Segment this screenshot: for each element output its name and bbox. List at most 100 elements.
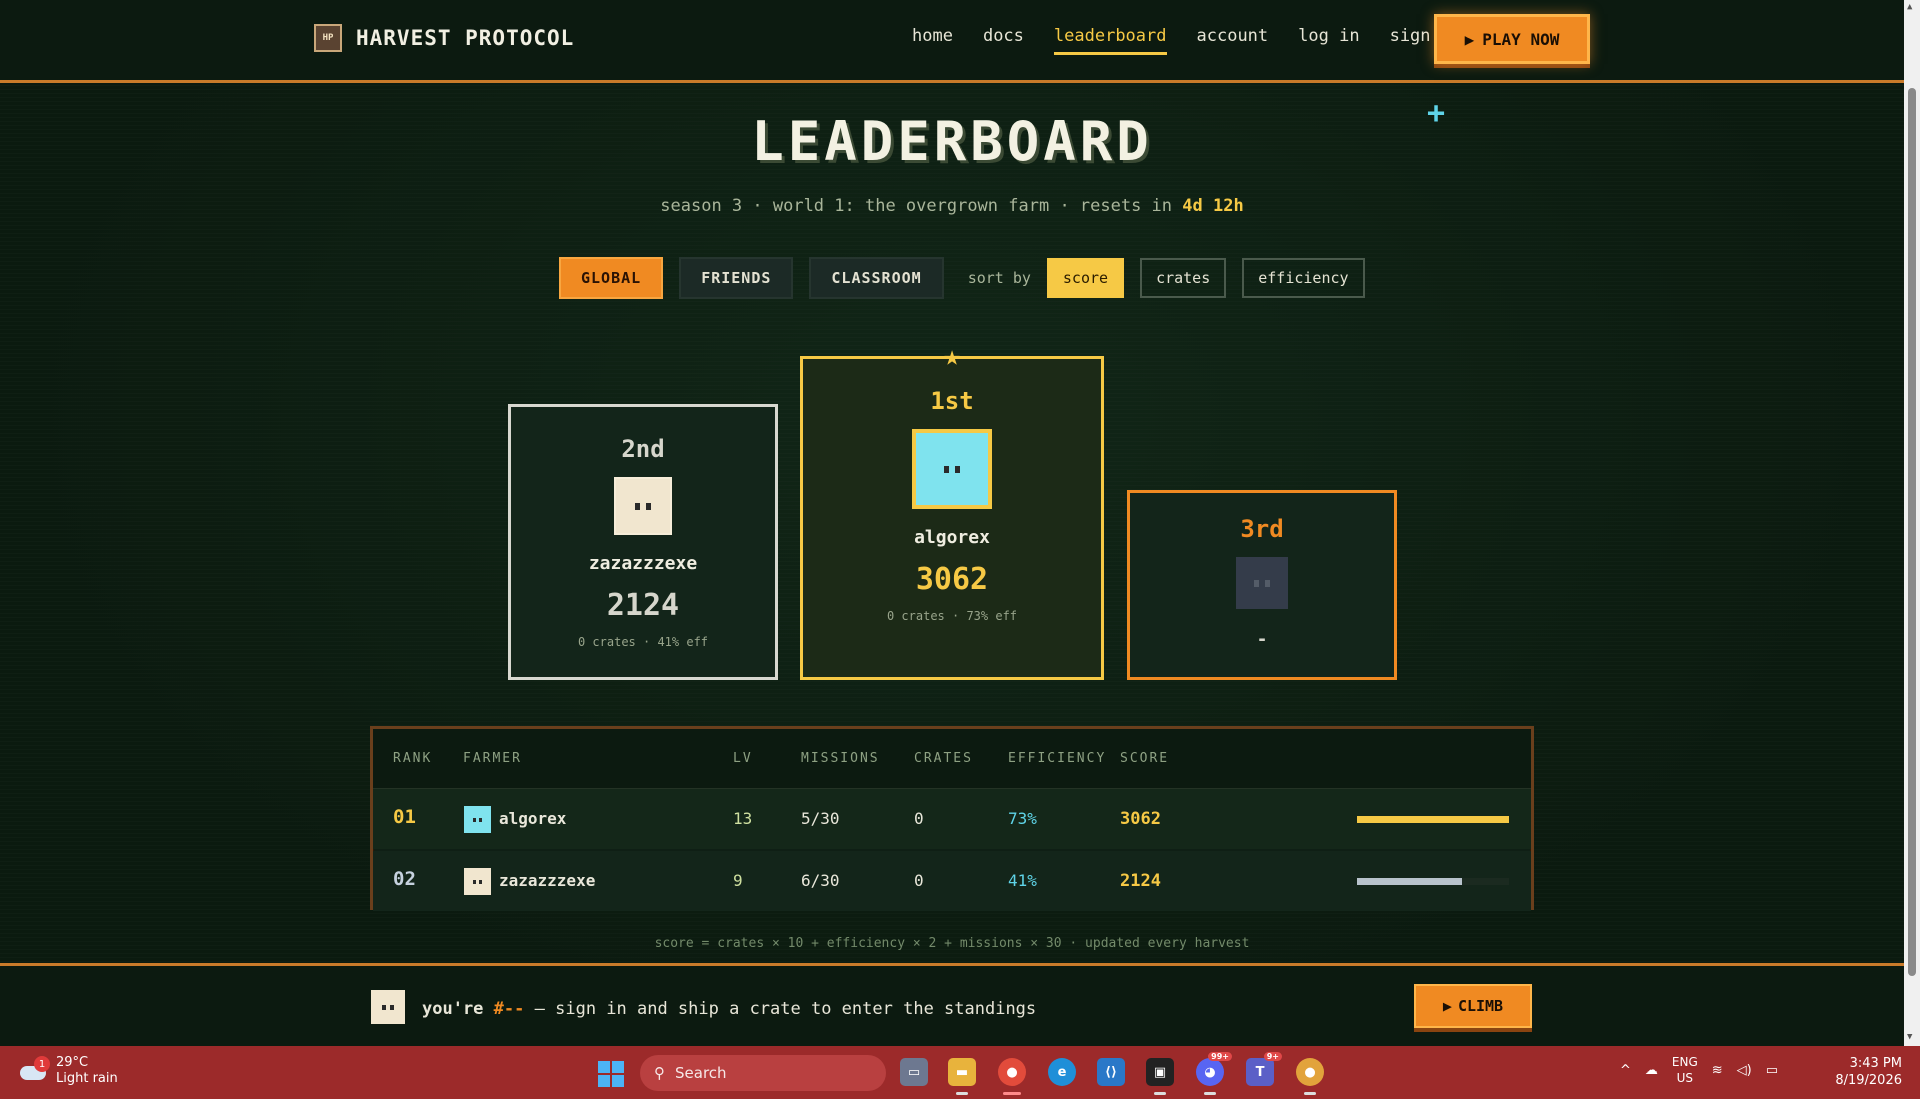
battery-icon[interactable]: ▭ (1766, 1063, 1778, 1078)
play-icon: ▶ (1442, 997, 1452, 1015)
score-bar (1357, 816, 1509, 823)
search-placeholder: Search (675, 1064, 727, 1082)
sort-score-button[interactable]: score (1046, 258, 1125, 298)
discord-icon[interactable]: ◕ 99+ (1196, 1052, 1232, 1095)
task-view-icon[interactable]: ▭ (900, 1058, 928, 1086)
nav-link-home[interactable]: home (912, 26, 953, 55)
tab-global[interactable]: GLOBAL (559, 257, 664, 299)
avatar (371, 990, 405, 1024)
vscode-icon[interactable]: ⟨⟩ (1097, 1058, 1125, 1086)
nav-link-login[interactable]: log in (1298, 26, 1359, 55)
climb-label: CLIMB (1457, 997, 1504, 1015)
edge-icon[interactable]: e (1048, 1058, 1076, 1086)
avatar (464, 868, 491, 895)
volume-icon[interactable]: ◁) (1737, 1063, 1752, 1078)
clock[interactable]: 3:43 PM 8/19/2026 (1832, 1055, 1902, 1089)
chrome-icon[interactable]: ● (998, 1058, 1026, 1095)
score-formula-note: score = crates × 10 + efficiency × 2 + m… (654, 936, 1250, 951)
wifi-icon[interactable]: ≋ (1712, 1063, 1723, 1078)
weather-temp: 29°C (56, 1055, 89, 1070)
file-explorer-icon[interactable]: ▬ (948, 1058, 976, 1095)
score-bar-fill (1357, 816, 1509, 823)
standing-bar: you're #-- — sign in and ship a crate to… (0, 963, 1904, 1046)
nav-links: home docs leaderboard account log in sig… (912, 26, 1461, 55)
scroll-up-icon[interactable]: ▲ (1907, 2, 1912, 12)
brand-name: HARVEST PROTOCOL (356, 26, 575, 50)
climb-button[interactable]: ▶ CLIMB (1414, 984, 1532, 1028)
avatar (614, 477, 672, 535)
weather-widget[interactable]: 1 29°C Light rain (20, 1055, 118, 1087)
weather-icon: 1 (20, 1056, 50, 1082)
language-indicator[interactable]: ENG US (1672, 1054, 1698, 1086)
podium-meta: 0 crates · 73% eff (886, 609, 1018, 623)
col-crates: CRATES (914, 751, 973, 766)
podium-score: 3062 (915, 562, 989, 597)
play-now-button[interactable]: ▶ PLAY NOW (1434, 14, 1590, 64)
nav-link-account[interactable]: account (1197, 26, 1269, 55)
row-crates: 0 (914, 871, 924, 890)
podium-username: algorex (914, 527, 990, 548)
chevron-up-icon[interactable]: ^ (1620, 1063, 1631, 1078)
search-icon: ⚲ (654, 1064, 665, 1082)
row-crates: 0 (914, 809, 924, 828)
row-missions: 5/30 (801, 809, 840, 828)
col-rank: RANK (393, 751, 433, 766)
teams-badge: 9+ (1263, 1052, 1282, 1061)
scroll-down-icon[interactable]: ▼ (1907, 1032, 1912, 1042)
logo-icon: HP (314, 24, 342, 52)
taskbar: 1 29°C Light rain ⚲ Search ▭ ▬ ● e ⟨⟩ ▣ … (0, 1046, 1920, 1099)
onedrive-icon[interactable]: ☁ (1645, 1063, 1658, 1078)
col-lv: LV (733, 751, 753, 766)
filter-bar: GLOBAL FRIENDS CLASSROOM sort by score c… (559, 257, 1365, 299)
standing-text: you're #-- — sign in and ship a crate to… (422, 999, 1036, 1019)
sort-crates-button[interactable]: crates (1140, 258, 1227, 298)
row-lv: 13 (733, 809, 753, 828)
table-row[interactable]: 02 zazazzzexe 9 6/30 0 41% 2124 (373, 851, 1531, 911)
tab-classroom[interactable]: CLASSROOM (809, 257, 944, 299)
scroll-thumb[interactable] (1908, 88, 1916, 976)
row-farmer: zazazzzexe (499, 871, 596, 890)
avatar (1236, 557, 1288, 609)
podium-third: 3rd - (1127, 490, 1397, 680)
discord-badge: 99+ (1208, 1052, 1232, 1061)
podium-username: - (1256, 629, 1268, 650)
chrome-icon[interactable]: ● (1296, 1058, 1324, 1095)
page: HP HARVEST PROTOCOL home docs leaderboar… (0, 0, 1904, 1046)
podium-place: 2nd (621, 435, 665, 463)
row-rank: 02 (393, 868, 416, 890)
weather-badge: 1 (34, 1056, 50, 1072)
season-subtitle: season 3 · world 1: the overgrown farm ·… (0, 196, 1904, 216)
lang-bottom: US (1676, 1071, 1694, 1085)
podium-second[interactable]: 2nd zazazzzexe 2124 0 crates · 41% eff (508, 404, 778, 680)
tab-friends[interactable]: FRIENDS (679, 257, 794, 299)
sort-label: sort by (967, 269, 1031, 287)
season-info: season 3 · world 1: the overgrown farm ·… (660, 196, 1173, 216)
windows-start-icon[interactable] (598, 1061, 624, 1087)
terminal-icon[interactable]: ▣ (1146, 1058, 1174, 1095)
avatar (912, 429, 992, 509)
col-score: SCORE (1120, 751, 1170, 766)
nav-link-docs[interactable]: docs (983, 26, 1024, 55)
system-tray: ^ ☁ ENG US ≋ ◁) ▭ (1620, 1054, 1778, 1086)
leaderboard-table: RANK FARMER LV MISSIONS CRATES EFFICIENC… (370, 726, 1534, 911)
sort-efficiency-button[interactable]: efficiency (1242, 258, 1365, 298)
table-row[interactable]: 01 algorex 13 5/30 0 73% 3062 (373, 789, 1531, 849)
row-lv: 9 (733, 871, 743, 890)
standing-rank: #-- (493, 999, 525, 1019)
standing-message: — sign in and ship a crate to enter the … (534, 999, 1037, 1019)
podium-score: 2124 (606, 588, 680, 623)
play-now-label: PLAY NOW (1482, 29, 1560, 49)
podium-first[interactable]: ★ 1st algorex 3062 0 crates · 73% eff (800, 339, 1104, 680)
row-missions: 6/30 (801, 871, 840, 890)
podium-username: zazazzzexe (588, 553, 698, 574)
row-score: 3062 (1120, 809, 1161, 829)
row-farmer: algorex (499, 809, 567, 828)
brand[interactable]: HP HARVEST PROTOCOL (314, 24, 574, 52)
col-farmer: FARMER (463, 751, 522, 766)
page-scrollbar[interactable]: ▲ ▼ (1904, 0, 1920, 1046)
teams-icon[interactable]: T 9+ (1246, 1052, 1282, 1086)
taskbar-search[interactable]: ⚲ Search (640, 1055, 886, 1091)
table-header: RANK FARMER LV MISSIONS CRATES EFFICIENC… (373, 729, 1531, 789)
col-efficiency: EFFICIENCY (1008, 751, 1107, 766)
nav-link-leaderboard[interactable]: leaderboard (1053, 26, 1167, 55)
